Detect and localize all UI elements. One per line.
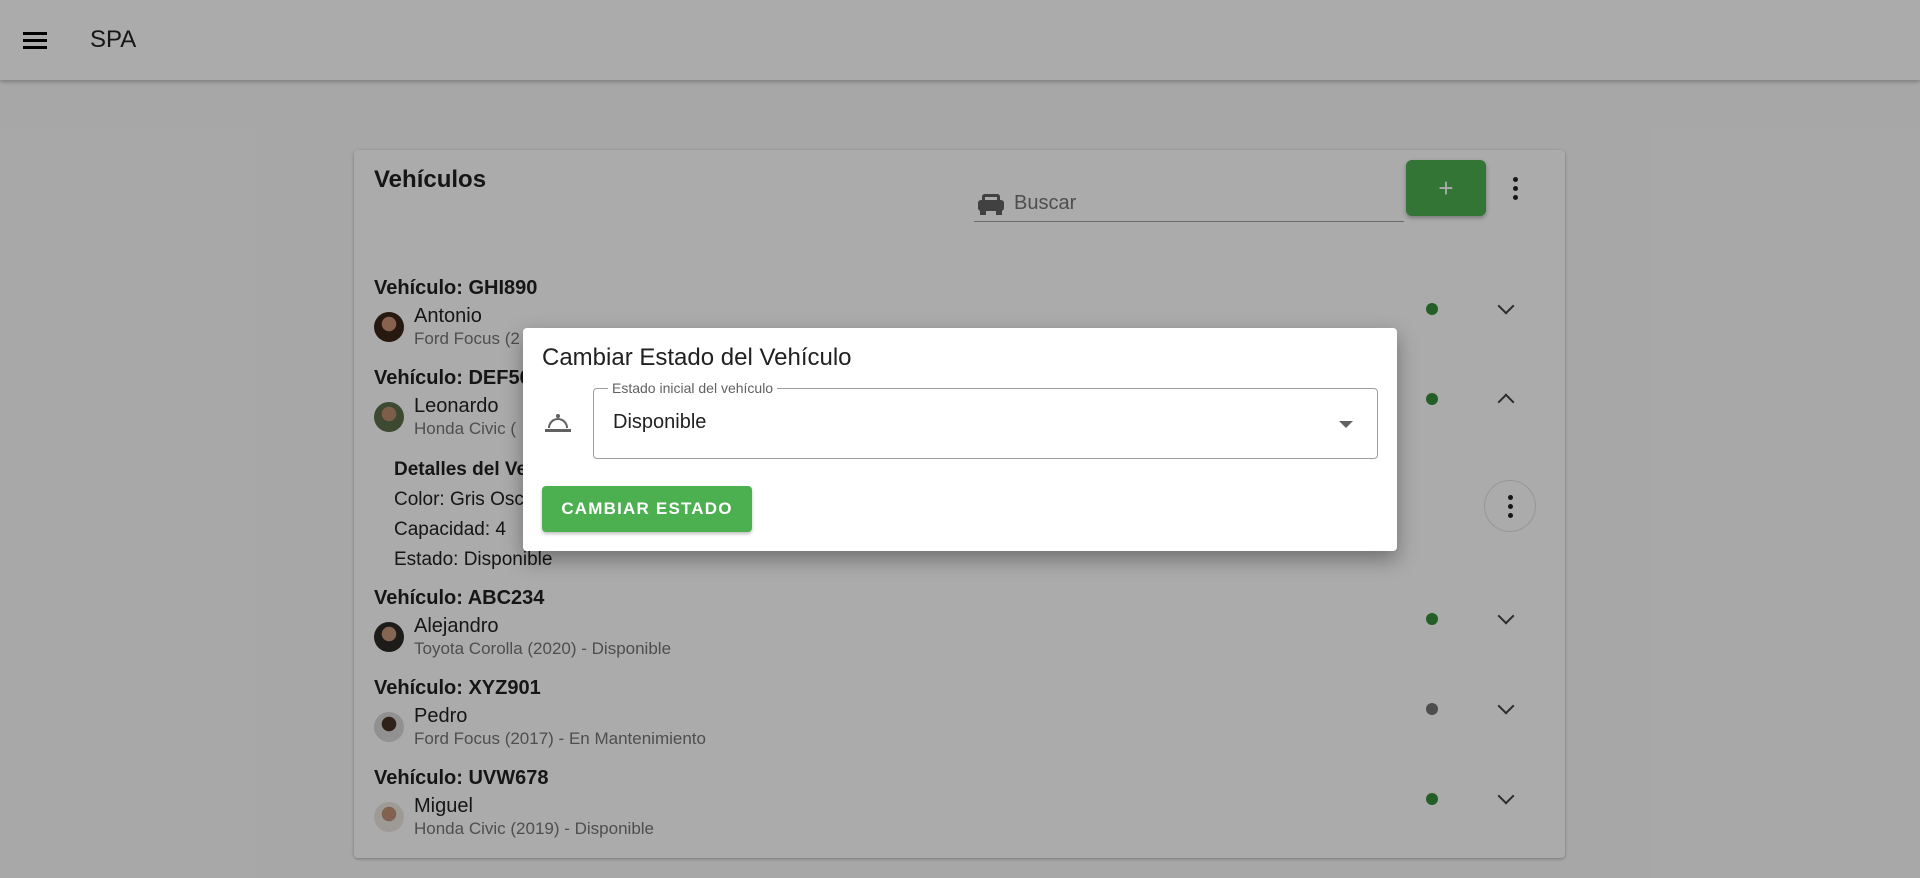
status-select[interactable]: Estado inicial del vehículo Disponible [593, 380, 1378, 459]
change-status-button[interactable]: CAMBIAR ESTADO [542, 486, 752, 532]
status-select-value: Disponible [613, 411, 707, 433]
status-select-label: Estado inicial del vehículo [608, 380, 778, 396]
room-service-icon [545, 414, 571, 434]
change-status-dialog: Cambiar Estado del Vehículo Estado inici… [523, 328, 1397, 551]
dialog-title: Cambiar Estado del Vehículo [542, 344, 852, 371]
dropdown-arrow-icon [1339, 421, 1353, 428]
